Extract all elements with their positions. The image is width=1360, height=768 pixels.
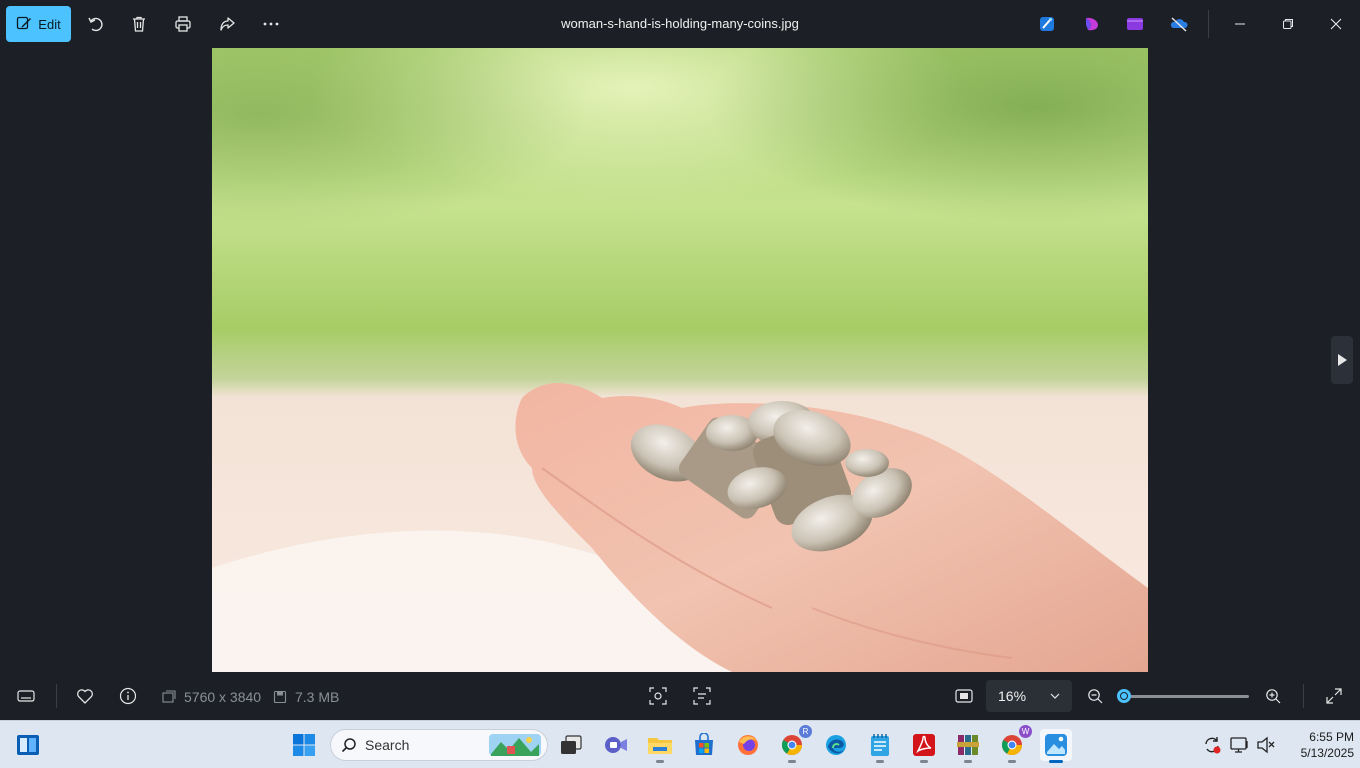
zoom-in-icon[interactable]: [1261, 684, 1285, 708]
info-icon[interactable]: [116, 684, 140, 708]
profile-badge-w: W: [1019, 725, 1032, 738]
file-size: 7.3 MB: [273, 689, 339, 705]
zoom-out-icon[interactable]: [1083, 684, 1107, 708]
chrome-profile-w-icon[interactable]: W: [996, 725, 1032, 763]
next-photo-button[interactable]: [1331, 336, 1353, 384]
edit-button[interactable]: Edit: [6, 6, 71, 42]
running-indicator: [920, 760, 928, 763]
winrar-icon[interactable]: [952, 729, 984, 763]
favorite-heart-icon[interactable]: [73, 684, 97, 708]
microsoft-store-icon[interactable]: [688, 729, 720, 761]
start-icon[interactable]: [288, 729, 320, 761]
task-view-icon[interactable]: [555, 729, 587, 761]
search-icon: [341, 738, 356, 753]
volume-muted-icon[interactable]: [1250, 729, 1282, 761]
photos-app-icon[interactable]: [1040, 729, 1072, 763]
print-icon[interactable]: [171, 12, 195, 36]
profile-badge-r: R: [799, 725, 812, 738]
windows-taskbar: Search R W 6:55 PM 5/13/2025: [0, 720, 1360, 768]
fit-to-window-icon[interactable]: [952, 684, 976, 708]
zoom-level-dropdown[interactable]: 16%: [986, 680, 1072, 712]
edit-label: Edit: [38, 16, 61, 32]
bottom-divider-2: [1303, 684, 1304, 708]
video-editor-icon[interactable]: [1123, 12, 1147, 36]
zoom-slider-track[interactable]: [1120, 695, 1249, 698]
active-indicator: [1049, 760, 1063, 763]
bottom-toolbar: 5760 x 3840 7.3 MB 16%: [0, 672, 1360, 720]
coins-in-hand-image: [212, 48, 1148, 672]
running-indicator: [788, 760, 796, 763]
firefox-icon[interactable]: [732, 729, 764, 761]
designer-icon[interactable]: [1035, 12, 1059, 36]
file-explorer-icon[interactable]: [644, 729, 676, 763]
visual-search-icon[interactable]: [646, 684, 670, 708]
edge-icon[interactable]: [820, 729, 852, 761]
delete-icon[interactable]: [127, 12, 151, 36]
onedrive-off-icon[interactable]: [1167, 12, 1191, 36]
photo-canvas[interactable]: [212, 48, 1148, 672]
more-options-icon[interactable]: [259, 12, 283, 36]
rotate-icon[interactable]: [84, 12, 108, 36]
minimize-icon[interactable]: [1226, 10, 1254, 38]
zoom-slider-thumb[interactable]: [1116, 689, 1131, 703]
running-indicator: [876, 760, 884, 763]
close-icon[interactable]: [1322, 10, 1350, 38]
file-size-text: 7.3 MB: [295, 689, 340, 705]
running-indicator: [656, 760, 664, 763]
clock-time: 6:55 PM: [1309, 730, 1354, 744]
clock-date: 5/13/2025: [1300, 746, 1354, 760]
text-scan-icon[interactable]: [690, 684, 714, 708]
top-toolbar: Edit woman-s-hand-is-holding-many-coins.…: [0, 0, 1360, 48]
file-title: woman-s-hand-is-holding-many-coins.jpg: [561, 16, 799, 31]
share-icon[interactable]: [215, 12, 239, 36]
chevron-down-icon: [1050, 693, 1060, 699]
image-dimensions: 5760 x 3840: [162, 689, 261, 705]
bottom-divider: [56, 684, 57, 708]
taskbar-search-box[interactable]: Search: [330, 729, 548, 761]
restore-icon[interactable]: [1274, 10, 1302, 38]
acrobat-icon[interactable]: [908, 729, 940, 763]
notepad-icon[interactable]: [864, 729, 896, 763]
running-indicator: [1008, 760, 1016, 763]
chevron-right-icon: [1338, 354, 1347, 366]
toolbar-divider: [1208, 10, 1209, 38]
save-disk-icon: [273, 690, 287, 704]
clipchamp-icon[interactable]: [1080, 12, 1104, 36]
filmstrip-icon[interactable]: [14, 684, 38, 708]
running-indicator: [964, 760, 972, 763]
search-highlight-icon: [489, 734, 541, 756]
system-clock[interactable]: 6:55 PM 5/13/2025: [1284, 729, 1354, 761]
search-placeholder: Search: [365, 737, 410, 753]
widgets-icon[interactable]: [12, 729, 44, 761]
dimensions-icon: [162, 690, 176, 703]
dimensions-text: 5760 x 3840: [184, 689, 262, 705]
chrome-profile-r-icon[interactable]: R: [776, 725, 812, 763]
photos-app: Edit woman-s-hand-is-holding-many-coins.…: [0, 0, 1360, 720]
teams-meet-icon[interactable]: [600, 729, 632, 761]
zoom-level-value: 16%: [998, 688, 1027, 704]
fullscreen-icon[interactable]: [1322, 684, 1346, 708]
edit-icon: [16, 15, 32, 34]
